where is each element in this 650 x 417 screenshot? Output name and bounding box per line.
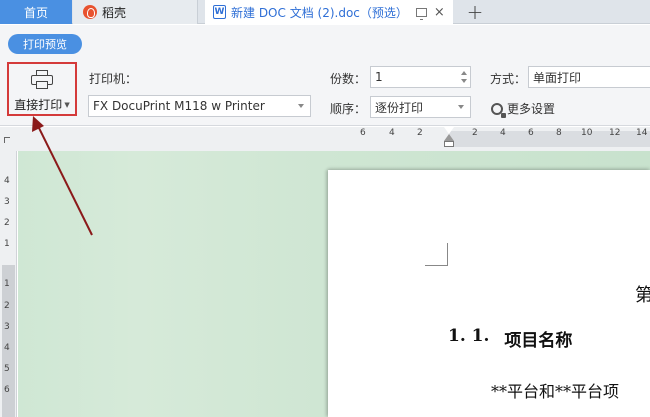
vertical-ruler: 4 3 2 1 1 2 3 4 5 6 [0,151,17,417]
order-select[interactable]: 逐份打印 [370,96,471,118]
chevron-down-icon: ▼ [64,100,70,109]
daoke-logo-icon [83,5,97,19]
printer-icon [30,70,54,90]
tab-document[interactable]: W 新建 DOC 文档 (2).doc（预选） × [205,0,453,24]
tab-daoke-label: 稻壳 [102,5,127,20]
tab-document-label: 新建 DOC 文档 (2).doc（预选） [231,5,408,20]
ruler-tick: 6 [360,128,366,138]
new-tab-button[interactable]: + [462,0,488,24]
copies-stepper[interactable]: 1 [370,66,471,88]
ruler-tick: 1 [4,239,10,249]
ruler-tick: 1 [4,279,10,289]
indent-marker-icon[interactable] [443,126,455,149]
direct-print-label: 直接打印 [14,98,63,112]
ruler-tick: 10 [581,128,593,138]
more-settings-label: 更多设置 [507,102,556,116]
ruler-tick: 4 [500,128,506,138]
tab-home-label: 首页 [23,5,48,20]
order-label: 顺序： [330,102,367,116]
ruler-tick: 2 [4,218,10,228]
copies-value: 1 [375,70,383,84]
ruler-tick: 3 [4,197,10,207]
body-text-line: **平台和**平台项 [491,382,620,401]
ruler-tick: 14 [636,128,648,138]
ruler-tick: 6 [528,128,534,138]
ruler-tick: 5 [4,364,10,374]
ruler-tick: 12 [609,128,621,138]
order-select-value: 逐份打印 [375,100,424,115]
margin-corner-mark [425,243,448,266]
ruler-tick: 4 [4,176,10,186]
printer-select[interactable]: FX DocuPrint M118 w Printer [88,95,311,117]
settings-icon [491,102,506,118]
print-preview-toolbar: 打印预览 直接打印 ▼ 打印机： FX DocuPrint M118 w Pri… [0,25,650,126]
chevron-down-icon [458,105,464,109]
ruler-tick: 8 [556,128,562,138]
section-heading-number: 1. 1. [448,326,490,346]
ruler-tick: 4 [4,343,10,353]
screen-icon[interactable] [415,7,427,20]
horizontal-ruler: 6 4 2 2 4 6 8 10 12 14 [0,127,650,151]
printer-select-value: FX DocuPrint M118 w Printer [93,99,265,113]
chapter-heading-fragment: 第 [635,285,650,306]
tab-daoke[interactable]: 稻壳 [73,0,198,24]
tab-bar: 首页 稻壳 W 新建 DOC 文档 (2).doc（预选） × + [0,0,650,24]
copies-label: 份数： [330,72,367,86]
ruler-tick: 3 [4,322,10,332]
mode-select[interactable]: 单面打印 [528,66,650,88]
section-heading: 1. 1. 项目名称 [448,326,572,351]
tab-home[interactable]: 首页 [0,0,72,24]
direct-print-label-row: 直接打印 ▼ [14,96,69,113]
section-heading-text: 项目名称 [504,331,573,351]
stepper-arrows-icon[interactable] [458,67,470,87]
writer-doc-icon: W [213,5,226,19]
mode-label: 方式： [490,72,527,86]
ruler-tick: 2 [4,301,10,311]
close-tab-icon[interactable]: × [434,5,445,20]
direct-print-button[interactable]: 直接打印 ▼ [7,62,77,116]
chevron-down-icon [298,104,304,108]
more-settings-button[interactable]: 更多设置 [491,100,556,118]
ruler-tick: 2 [417,128,423,138]
printer-label: 打印机： [89,72,138,86]
ruler-tick: 6 [4,385,10,395]
ruler-corner-icon [4,137,10,143]
mode-select-value: 单面打印 [533,70,582,85]
ruler-tick: 4 [389,128,395,138]
ruler-tick: 2 [472,128,478,138]
print-preview-badge[interactable]: 打印预览 [8,34,82,54]
